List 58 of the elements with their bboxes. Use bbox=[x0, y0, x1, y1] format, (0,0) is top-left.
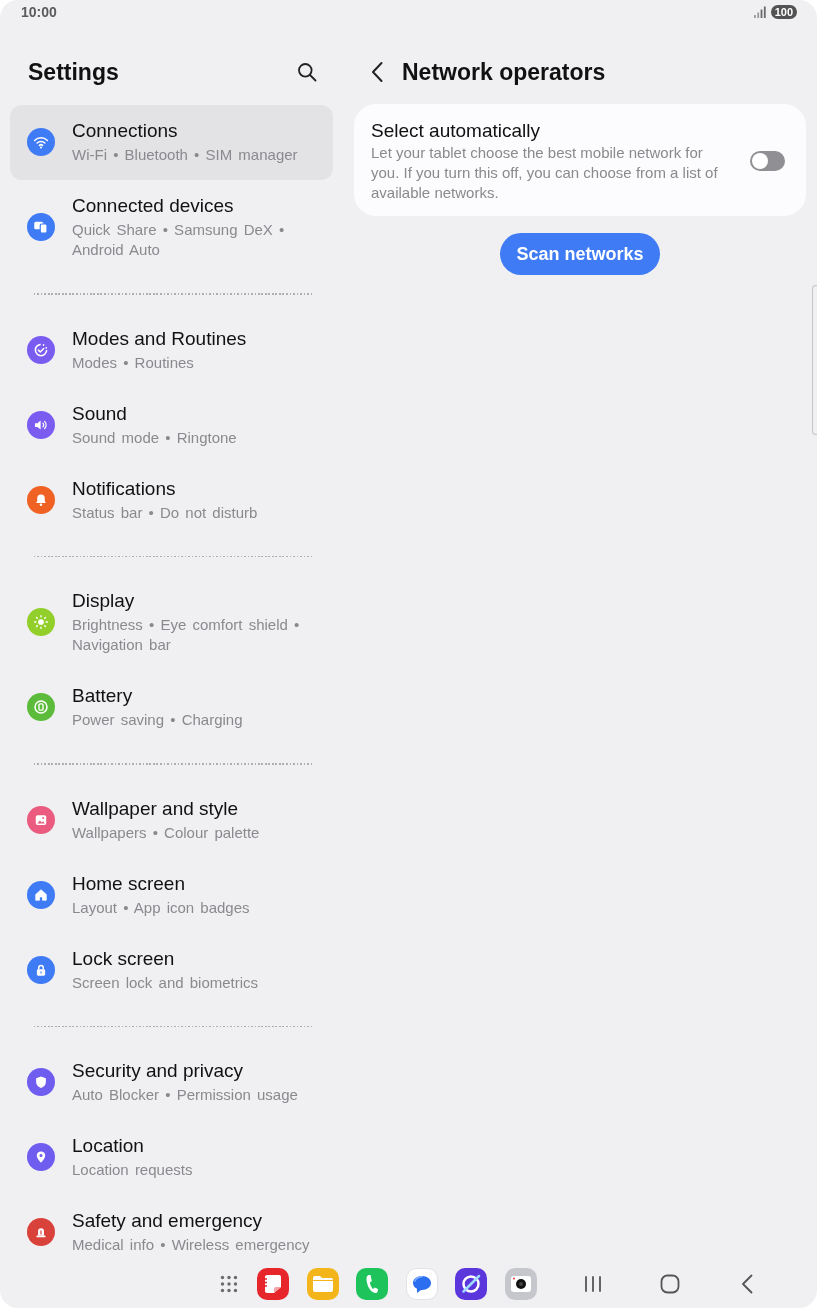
item-title: Security and privacy bbox=[72, 1059, 245, 1083]
item-subtitle: Auto Blocker • Permission usage bbox=[72, 1085, 299, 1105]
item-title: Connected devices bbox=[72, 194, 235, 218]
item-subtitle: Location requests bbox=[72, 1160, 194, 1180]
item-title: Safety and emergency bbox=[72, 1209, 264, 1233]
planet-icon[interactable] bbox=[455, 1268, 487, 1300]
app-grid-icon[interactable] bbox=[220, 1275, 238, 1293]
settings-item[interactable]: Lock screen Screen lock and biometrics bbox=[10, 932, 333, 1008]
back-icon[interactable] bbox=[740, 1274, 753, 1294]
settings-item[interactable]: Safety and emergency Medical info • Wireless emergency bbox=[10, 1195, 333, 1260]
back-icon[interactable] bbox=[370, 61, 384, 83]
item-title: Modes and Routines bbox=[72, 326, 248, 351]
item-subtitle: Layout • App icon badges bbox=[72, 897, 251, 918]
item-title: Lock screen bbox=[72, 946, 176, 971]
settings-item[interactable]: Connected devices Quick Share • Samsung DeX • Android Auto bbox=[10, 180, 333, 275]
item-subtitle: Sound mode • Ringtone bbox=[72, 427, 238, 448]
chat-bubble-icon[interactable] bbox=[405, 1268, 438, 1300]
signal-icon bbox=[753, 6, 766, 18]
camera-icon[interactable] bbox=[504, 1268, 537, 1300]
settings-item[interactable]: Modes and Routines Modes • Routines bbox=[10, 312, 333, 388]
item-title: Wallpaper and style bbox=[72, 796, 240, 821]
toggle-switch[interactable] bbox=[750, 151, 785, 171]
item-title: Battery bbox=[72, 684, 134, 708]
item-subtitle: Quick Share • Samsung DeX • Android Auto bbox=[72, 220, 286, 260]
settings-item[interactable]: Home screen Layout • App icon badges bbox=[10, 857, 333, 933]
settings-item[interactable]: Security and privacy Auto Blocker • Permission usage bbox=[10, 1045, 333, 1120]
scan-networks-button[interactable]: Scan networks bbox=[500, 233, 660, 275]
item-subtitle: Brightness • Eye comfort shield • Navigation bar bbox=[72, 615, 301, 655]
settings-item[interactable]: Sound Sound mode • Ringtone bbox=[10, 387, 333, 463]
settings-item[interactable]: Wallpaper and style Wallpapers • Colour palette bbox=[10, 782, 333, 858]
notepad-icon[interactable] bbox=[257, 1268, 289, 1300]
item-subtitle: Screen lock and biometrics bbox=[72, 972, 260, 993]
page-title: Network operators bbox=[402, 58, 606, 86]
settings-item[interactable]: Display Brightness • Eye comfort shield • Navigation bar bbox=[10, 575, 333, 670]
item-subtitle: Power saving • Charging bbox=[72, 710, 244, 730]
item-subtitle: Modes • Routines bbox=[72, 352, 195, 373]
item-title: Location bbox=[72, 1134, 145, 1158]
item-title: Notifications bbox=[72, 476, 177, 501]
item-subtitle: Status bar • Do not disturb bbox=[72, 502, 259, 523]
settings-item[interactable]: Battery Power saving • Charging bbox=[10, 670, 333, 745]
item-title: Sound bbox=[72, 401, 128, 426]
settings-item[interactable]: Notifications Status bar • Do not disturb bbox=[10, 462, 333, 538]
battery-indicator: 100 bbox=[770, 5, 797, 19]
setting-description: Let your tablet choose the best mobile network for you. If you turn this off, you can choose from a list of available networks. bbox=[371, 143, 719, 203]
recents-icon[interactable] bbox=[582, 1274, 603, 1294]
setting-title: Select automatically bbox=[371, 119, 541, 143]
home-icon[interactable] bbox=[659, 1274, 680, 1294]
item-subtitle: Wi-Fi • Bluetooth • SIM manager bbox=[72, 145, 299, 165]
item-subtitle: Wallpapers • Colour palette bbox=[72, 822, 261, 843]
status-time: 10:00 bbox=[21, 4, 57, 20]
sidebar-title: Settings bbox=[28, 58, 119, 86]
item-title: Display bbox=[72, 589, 136, 613]
item-title: Home screen bbox=[72, 871, 186, 896]
item-subtitle: Medical info • Wireless emergency bbox=[72, 1235, 311, 1255]
settings-item[interactable]: Connections Wi-Fi • Bluetooth • SIM manager bbox=[10, 105, 333, 180]
item-title: Connections bbox=[72, 119, 179, 143]
settings-item[interactable]: Location Location requests bbox=[10, 1120, 333, 1195]
search-icon[interactable] bbox=[297, 62, 317, 82]
